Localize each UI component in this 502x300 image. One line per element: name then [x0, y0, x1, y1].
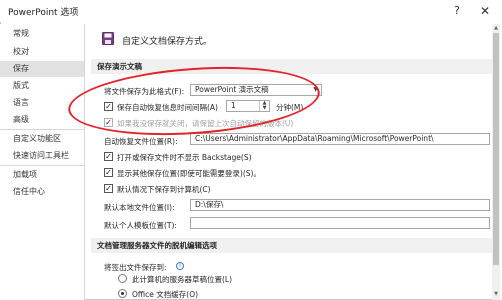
sidebar-divider [0, 129, 84, 130]
template-location-field[interactable] [190, 217, 490, 229]
autorecover-label: 保存自动恢复信息时间间隔(A) [117, 103, 218, 112]
sidebar-item-proofing[interactable]: 校对 [0, 44, 84, 60]
keep-last-version-label: 如果我没保存就关闭，请保留上次自动保留的版本(U) [117, 119, 294, 128]
minutes-unit-label: 分钟(M) [276, 103, 304, 112]
title-bar: PowerPoint 选项 ? ✕ [0, 0, 502, 22]
help-icon[interactable]: ? [446, 0, 468, 22]
section-offline-editing: 文档管理服务器文件的脱机编辑选项 [91, 238, 496, 253]
scrollbar-thumb[interactable] [493, 33, 499, 265]
close-icon[interactable]: ✕ [474, 0, 496, 22]
info-icon: i [176, 262, 184, 270]
format-select[interactable]: PowerPoint 演示文稿 ▼ [190, 84, 322, 96]
checkout-label: 将签出文件保存到: [104, 263, 167, 272]
spinner-arrows-icon[interactable]: ▲ ▼ [259, 101, 269, 111]
show-other-locations-label: 显示其他保存位置(即使可能需要登录)(S)。 [117, 169, 261, 178]
autorecover-location-label: 自动恢复文件位置(R): [104, 137, 178, 146]
window-title: PowerPoint 选项 [8, 8, 79, 18]
sidebar-item-advanced[interactable]: 高级 [0, 112, 84, 128]
sidebar-item-language[interactable]: 语言 [0, 95, 84, 111]
sidebar-item-save[interactable]: 保存 [0, 61, 84, 77]
radio-office-cache[interactable] [118, 289, 127, 298]
autorecover-minutes-spinner[interactable]: 1 ▲ ▼ [226, 100, 270, 112]
scroll-up-icon[interactable]: ▲ [492, 24, 500, 32]
format-value: PowerPoint 演示文稿 [195, 85, 269, 94]
autorecover-minutes-value: 1 [231, 101, 236, 110]
save-to-computer-checkbox[interactable]: ✓ [104, 184, 113, 193]
autorecover-checkbox[interactable]: ✓ [104, 102, 113, 111]
radio-server-drafts-label: 此计算机的服务器草稿位置(L) [132, 275, 233, 284]
keep-last-version-checkbox[interactable]: ✓ [104, 118, 113, 127]
sidebar-item-quick-access[interactable]: 快速访问工具栏 [0, 148, 84, 164]
page-header: 自定义文档保存方式。 [122, 37, 213, 47]
format-label: 将文件保存为此格式(F): [104, 87, 185, 96]
save-icon [102, 32, 114, 45]
local-location-field[interactable]: D:\保存\ [190, 199, 490, 211]
main-panel: 自定义文档保存方式。 保存演示文稿 将文件保存为此格式(F): PowerPoi… [86, 24, 496, 300]
scroll-down-icon[interactable]: ▼ [492, 290, 500, 298]
radio-office-cache-label: Office 文档缓存(O) [132, 290, 199, 299]
sidebar: 常规 校对 保存 版式 语言 高级 自定义功能区 快速访问工具栏 加载项 信任中… [0, 24, 85, 300]
sidebar-item-layout[interactable]: 版式 [0, 78, 84, 94]
sidebar-divider [0, 165, 84, 166]
save-to-computer-label: 默认情况下保存到计算机(C) [117, 185, 211, 194]
no-backstage-label: 打开或保存文件时不显示 Backstage(S) [117, 153, 252, 162]
template-location-label: 默认个人模板位置(T): [104, 221, 177, 230]
sidebar-item-addins[interactable]: 加载项 [0, 167, 84, 183]
chevron-down-icon: ▼ [313, 86, 318, 93]
sidebar-item-customize-ribbon[interactable]: 自定义功能区 [0, 131, 84, 147]
no-backstage-checkbox[interactable]: ✓ [104, 152, 113, 161]
sidebar-item-trust-center[interactable]: 信任中心 [0, 184, 84, 200]
show-other-locations-checkbox[interactable]: ✓ [104, 168, 113, 177]
radio-server-drafts[interactable] [118, 274, 127, 283]
autorecover-location-field[interactable]: C:\Users\Administrator\AppData\Roaming\M… [190, 133, 490, 145]
sidebar-item-general[interactable]: 常规 [0, 26, 84, 42]
local-location-label: 默认本地文件位置(I): [104, 203, 175, 212]
section-save-presentations: 保存演示文稿 [91, 59, 496, 74]
